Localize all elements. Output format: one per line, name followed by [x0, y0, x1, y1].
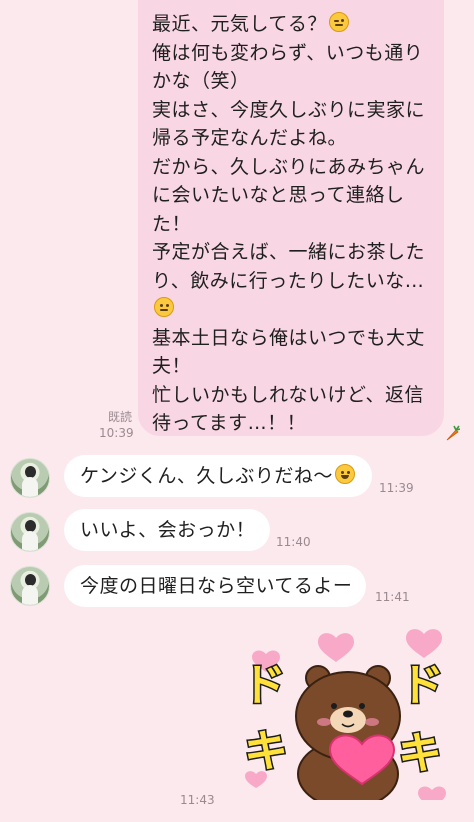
heart-icon [406, 629, 442, 658]
brown-bear-doki-sticker[interactable]: ド キ ド キ [236, 624, 452, 800]
smiling-face-emoji-icon [334, 464, 355, 484]
message-line: だから、久しぶりにあみちゃん [152, 155, 426, 178]
winking-face-emoji-icon [328, 12, 349, 32]
message-time: 11:39 [379, 481, 414, 495]
message-line: り、飲みに行ったりしたいな… [152, 269, 425, 292]
incoming-message-bubble[interactable]: ケンジくん、久しぶりだね〜 [64, 455, 372, 497]
message-line: 実はさ、今度久しぶりに実家に [152, 98, 426, 121]
sticker-text: キ [398, 728, 442, 779]
sticker-text: ド [400, 660, 444, 711]
heart-icon [418, 786, 446, 800]
incoming-message-bubble[interactable]: 今度の日曜日なら空いてるよー [64, 565, 366, 607]
read-receipt: 既読 [108, 410, 133, 424]
message-line: 最近、元気してる？ [152, 10, 430, 39]
message-line: 俺は何も変わらず、いつも通り [152, 41, 424, 64]
message-text: 今度の日曜日なら空いてるよー [80, 575, 353, 597]
message-text: ケンジくん、久しぶりだね〜 [80, 465, 333, 487]
message-line: 待ってます…！！ [152, 412, 307, 434]
message-time: 10:39 [99, 426, 134, 440]
message-line: 忙しいかもしれないけど、返信 [152, 383, 425, 406]
message-text: いいよ、会おっか！ [80, 519, 256, 541]
incoming-message-bubble[interactable]: いいよ、会おっか！ [64, 509, 270, 551]
message-line: 夫！ [152, 355, 192, 377]
message-time: 11:41 [375, 590, 410, 604]
message-time: 11:43 [180, 793, 215, 807]
sticker-text: キ [244, 726, 288, 777]
message-line: に会いたいなと思って連絡し [152, 184, 405, 206]
message-line: 帰る予定なんだよね。 [152, 127, 348, 149]
message-line: 基本土日なら俺はいつでも大丈 [152, 326, 426, 349]
message-line [152, 295, 430, 324]
message-line: た！ [152, 212, 192, 235]
sticker-text: ド [242, 660, 286, 711]
heart-icon [318, 633, 354, 662]
message-line: かな（笑） [152, 70, 250, 92]
outgoing-message-bubble[interactable]: 最近、元気してる？ 俺は何も変わらず、いつも通り かな（笑） 実はさ、今度久しぶ… [138, 0, 444, 436]
message-line: 予定が合えば、一緒にお茶した [152, 241, 426, 263]
contact-avatar[interactable] [10, 512, 50, 552]
message-time: 11:40 [276, 535, 311, 549]
expressionless-face-emoji-icon [154, 297, 174, 317]
contact-avatar[interactable] [10, 566, 50, 606]
chat-area: 最近、元気してる？ 俺は何も変わらず、いつも通り かな（笑） 実はさ、今度久しぶ… [0, 0, 474, 822]
carrot-sticker-icon [446, 425, 460, 441]
contact-avatar[interactable] [10, 458, 50, 498]
